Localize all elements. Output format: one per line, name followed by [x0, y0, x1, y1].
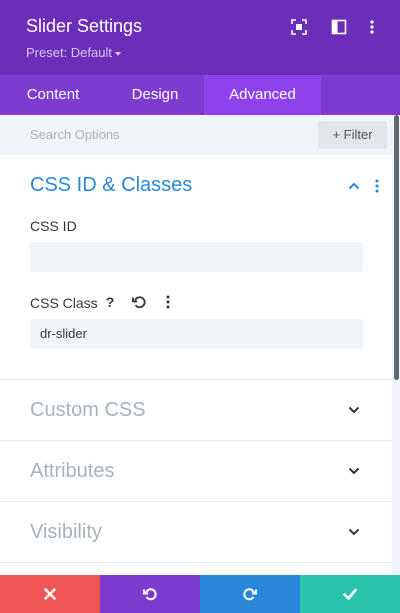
- scrollbar-thumb[interactable]: [394, 115, 399, 380]
- settings-panel: Search Options + Filter CSS ID & Classes…: [0, 115, 392, 575]
- css-class-field[interactable]: dr-slider: [30, 319, 363, 349]
- options-icon[interactable]: [160, 294, 176, 310]
- tab-bar: Content Design Advanced: [0, 75, 400, 115]
- split-view-icon[interactable]: [331, 19, 347, 35]
- tab-advanced[interactable]: Advanced: [204, 75, 321, 115]
- section-title[interactable]: Visibility: [30, 521, 102, 544]
- section-title[interactable]: CSS ID & Classes: [30, 174, 192, 197]
- chevron-down-icon[interactable]: [348, 467, 360, 475]
- section-title[interactable]: Custom CSS: [30, 399, 146, 422]
- footer-actions: [0, 575, 400, 613]
- chevron-down-icon[interactable]: [348, 406, 360, 414]
- chevron-down-icon[interactable]: [348, 528, 360, 536]
- cancel-button[interactable]: [0, 575, 100, 613]
- redo-button[interactable]: [200, 575, 300, 613]
- tab-content[interactable]: Content: [0, 75, 106, 115]
- fullscreen-icon[interactable]: [291, 19, 307, 35]
- tab-design[interactable]: Design: [106, 75, 204, 115]
- preset-label: Preset: Default: [26, 45, 112, 60]
- svg-text:?: ?: [106, 294, 115, 310]
- caret-down-icon: [115, 51, 121, 56]
- preset-selector[interactable]: Preset: Default: [26, 45, 121, 60]
- more-vertical-icon[interactable]: [364, 19, 380, 35]
- modal-title: Slider Settings: [26, 16, 143, 36]
- redo-icon: [243, 588, 257, 601]
- help-icon[interactable]: ?: [102, 294, 118, 310]
- section-title[interactable]: Attributes: [30, 460, 114, 483]
- filter-button[interactable]: + Filter: [318, 121, 387, 149]
- undo-button[interactable]: [100, 575, 200, 613]
- modal-header: Slider Settings Preset: Default: [0, 0, 400, 75]
- css-id-field[interactable]: [30, 242, 363, 272]
- section-divider: [0, 562, 392, 563]
- css-id-label: CSS ID: [30, 218, 77, 234]
- chevron-up-icon[interactable]: [348, 182, 360, 190]
- close-icon: [44, 588, 56, 600]
- section-divider: [0, 501, 392, 502]
- search-input[interactable]: Search Options: [30, 127, 120, 142]
- undo-icon: [143, 588, 157, 601]
- search-bar: Search Options + Filter: [0, 115, 392, 155]
- section-divider: [0, 440, 392, 441]
- save-button[interactable]: [300, 575, 400, 613]
- check-icon: [343, 588, 357, 600]
- css-class-label: CSS Class: [30, 295, 98, 311]
- section-divider: [0, 379, 392, 380]
- reset-icon[interactable]: [131, 294, 147, 310]
- section-options-icon[interactable]: [372, 178, 382, 194]
